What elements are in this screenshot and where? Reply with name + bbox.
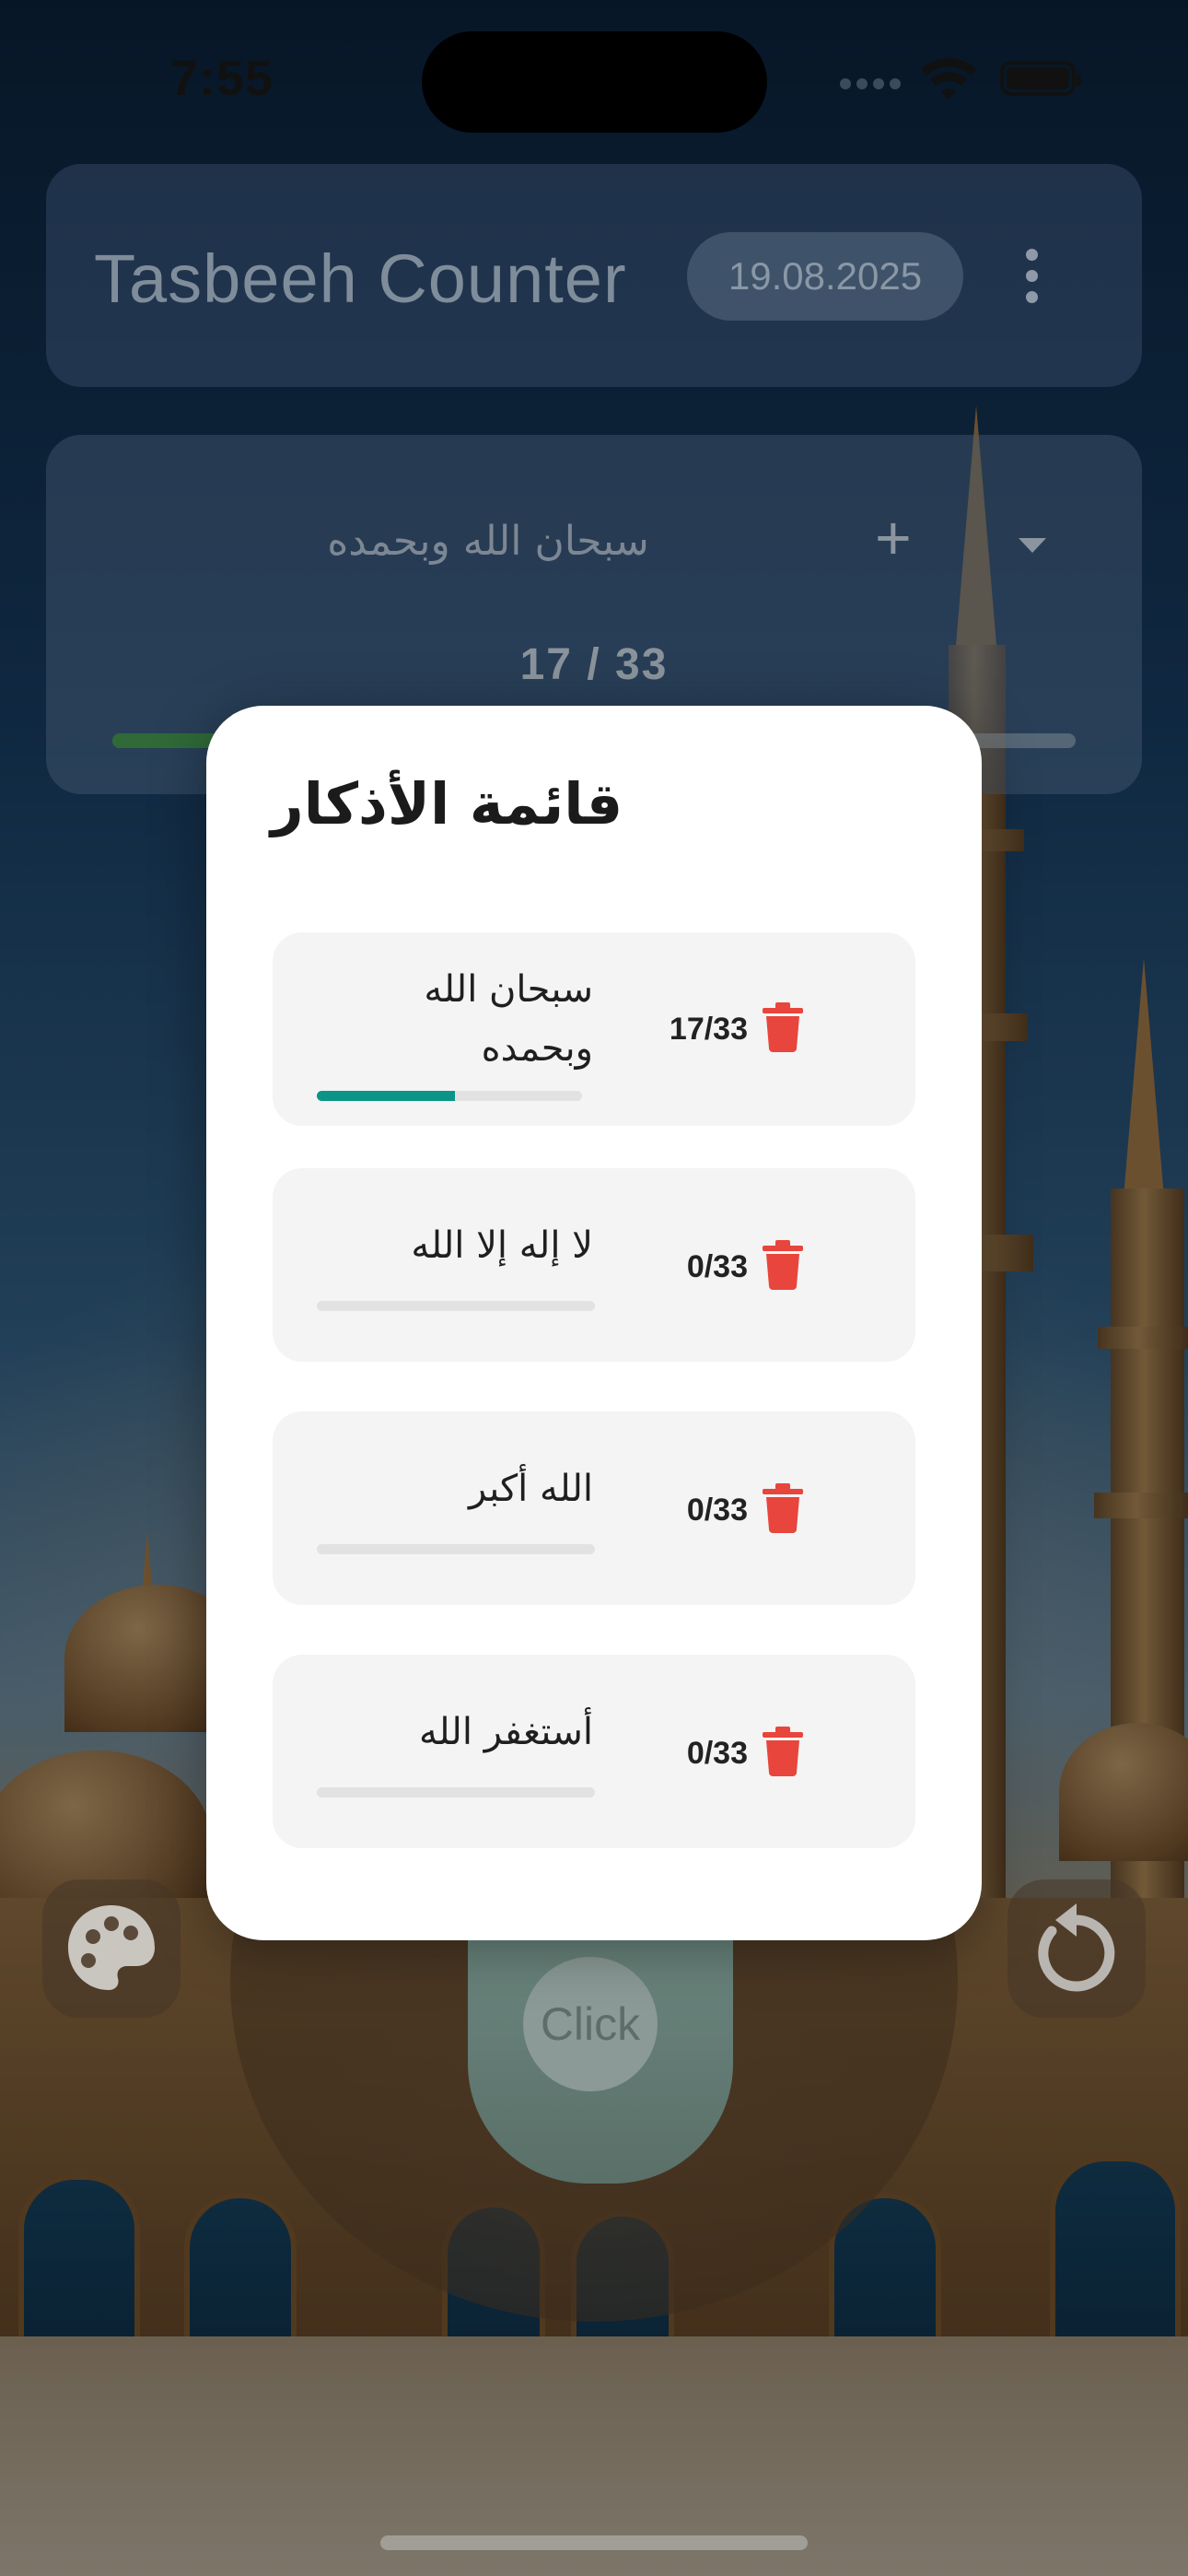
trash-icon[interactable]	[763, 1727, 803, 1776]
list-item[interactable]: لا إله إلا الله 0/33	[273, 1168, 915, 1362]
status-time: 7:55	[170, 51, 274, 106]
battery-icon	[1000, 61, 1081, 96]
caret-down-icon[interactable]	[1019, 538, 1046, 553]
reset-icon	[1038, 1903, 1115, 1992]
dynamic-island	[422, 31, 767, 133]
plus-icon[interactable]: +	[875, 507, 912, 569]
wifi-icon	[921, 58, 976, 100]
dhikr-count: 0/33	[686, 1249, 748, 1284]
dhikr-progress-bar	[317, 1787, 595, 1797]
trash-icon[interactable]	[763, 1240, 803, 1290]
date-badge[interactable]: 19.08.2025	[687, 232, 963, 321]
theme-button[interactable]	[42, 1879, 181, 2018]
home-indicator	[380, 2535, 808, 2550]
dhikr-count: 0/33	[686, 1736, 748, 1771]
app-title: Tasbeeh Counter	[94, 240, 627, 317]
more-vert-icon[interactable]	[1022, 249, 1041, 304]
list-item[interactable]: أستغفر الله 0/33	[273, 1655, 915, 1848]
reset-button[interactable]	[1007, 1879, 1146, 2018]
current-dhikr-name[interactable]: سبحان الله وبحمده	[295, 518, 681, 565]
dhikr-count: 0/33	[686, 1493, 748, 1528]
dhikr-name: لا إله إلا الله	[411, 1224, 593, 1267]
cellular-signal-icon	[840, 77, 906, 94]
dialog-title: قائمة الأذكار	[271, 770, 623, 837]
dhikr-name: سبحان الله وبحمده	[317, 960, 593, 1078]
dhikr-name: الله أكبر	[469, 1468, 593, 1510]
status-bar: 7:55	[0, 0, 1188, 157]
trash-icon[interactable]	[763, 1002, 803, 1052]
dhikr-count: 17/33	[669, 1012, 748, 1047]
dhikr-name-line: وبحمده	[481, 1027, 593, 1070]
dhikr-list-dialog: قائمة الأذكار سبحان الله وبحمده 17/33 لا…	[206, 706, 982, 1940]
click-button[interactable]: Click	[523, 1957, 658, 2091]
dhikr-progress-bar	[317, 1301, 595, 1311]
counter-count: 17 / 33	[519, 640, 669, 689]
dhikr-progress-bar	[317, 1091, 582, 1101]
list-item[interactable]: سبحان الله وبحمده 17/33	[273, 932, 915, 1126]
list-item[interactable]: الله أكبر 0/33	[273, 1411, 915, 1605]
dhikr-progress-bar	[317, 1544, 595, 1554]
trash-icon[interactable]	[763, 1483, 803, 1533]
palette-icon	[68, 1905, 155, 1990]
dhikr-name-line: سبحان الله	[424, 968, 593, 1011]
app-header: Tasbeeh Counter 19.08.2025	[46, 164, 1142, 387]
dhikr-name: أستغفر الله	[418, 1711, 593, 1753]
